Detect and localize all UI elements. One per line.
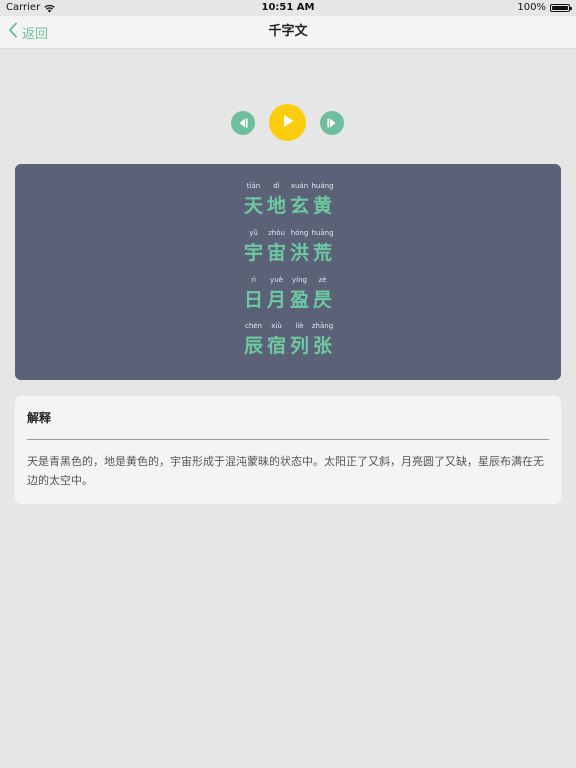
status-bar: Carrier 10:51 AM 100% [0, 0, 576, 16]
explanation-title: 解释 [27, 411, 52, 425]
audio-player [0, 104, 576, 142]
next-button[interactable] [320, 111, 344, 135]
navigation-bar: 返回 千字文 [0, 16, 576, 49]
previous-icon [237, 114, 249, 133]
text-card: tiān 天 dì 地 xuán 玄 huáng 黄 yǔ 宇 zhòu 宙 h… [15, 164, 561, 380]
hanzi-char: 黄 [312, 195, 332, 217]
hanzi-char: 荒 [312, 242, 332, 264]
hanzi-char: 地 [266, 195, 286, 217]
hanzi-char: 玄 [289, 195, 309, 217]
previous-button[interactable] [231, 111, 255, 135]
next-icon [326, 114, 338, 133]
hanzi-char: 昃 [312, 289, 332, 311]
play-button[interactable] [269, 104, 306, 141]
hanzi-char: 盈 [289, 289, 309, 311]
hanzi-char: 宿 [266, 335, 286, 357]
hanzi-char: 列 [289, 335, 309, 357]
hanzi-char: 宇 [243, 242, 263, 264]
hanzi-char: 天 [243, 195, 263, 217]
hanzi-char: 张 [312, 335, 332, 357]
hanzi-char: 宙 [266, 242, 286, 264]
explanation-card: 解释 天是青黑色的，地是黄色的，宇宙形成于混沌蒙昧的状态中。太阳正了又斜，月亮圆… [15, 396, 561, 504]
pinyin-label: zhāng [311, 322, 334, 330]
hanzi-char: 日 [243, 289, 263, 311]
pinyin-label: huáng [311, 182, 334, 190]
play-icon [280, 113, 296, 133]
battery-icon [550, 4, 572, 12]
battery-percent: 100% [517, 2, 546, 13]
status-time: 10:51 AM [261, 2, 315, 13]
divider [27, 439, 549, 440]
hanzi-char: 月 [266, 289, 286, 311]
pinyin-label: huāng [311, 229, 334, 237]
status-right: 100% [517, 0, 572, 16]
explanation-text: 天是青黑色的，地是黄色的，宇宙形成于混沌蒙昧的状态中。太阳正了又斜，月亮圆了又缺… [27, 455, 544, 487]
pinyin-label: zè [318, 276, 327, 284]
hanzi-char: 洪 [289, 242, 309, 264]
page-title: 千字文 [268, 24, 308, 39]
hanzi-char: 辰 [243, 335, 263, 357]
